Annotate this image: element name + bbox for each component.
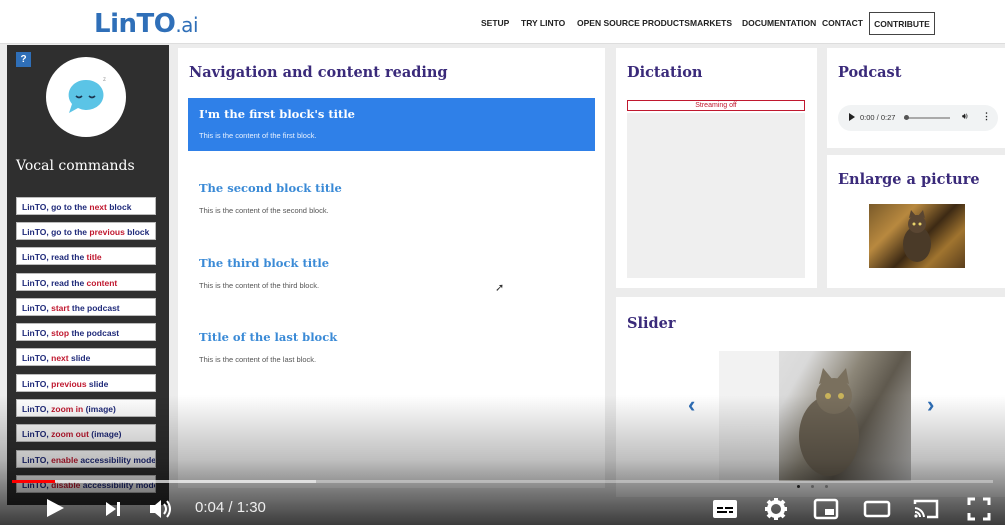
vocal-command-text: LinTO, [22,328,52,338]
linto-avatar: z [46,57,126,137]
vocal-command-button[interactable]: LinTO, go to the next block [16,197,156,215]
vocal-command-button[interactable]: LinTO, read the content [16,273,156,291]
vocal-command-text: LinTO, read the [22,278,87,288]
subtitles-icon[interactable] [712,498,738,520]
nav-item-try-linto[interactable]: TRY LINTO [521,18,565,28]
mouse-cursor-icon: ➚ [495,282,505,294]
vocal-command-button[interactable]: LinTO, start the podcast [16,298,156,316]
vocal-command-keyword: previous [51,379,87,389]
nav-item-open-source-products[interactable]: OPEN SOURCE PRODUCTS [577,18,690,28]
next-video-icon[interactable] [104,500,122,518]
vocal-command-button[interactable]: LinTO, go to the previous block [16,222,156,240]
site-header: LinTO.ai SETUP TRY LINTO OPEN SOURCE PRO… [0,0,1005,44]
vocal-command-text: LinTO, [22,379,52,389]
nav-item-setup[interactable]: SETUP [481,18,509,28]
nav-item-documentation[interactable]: DOCUMENTATION [742,18,816,28]
vocal-command-text: slide [86,379,109,389]
audio-more-icon[interactable]: ⋮ [982,111,991,122]
vocal-command-text: block [106,202,132,212]
block-title: Title of the last block [199,330,338,344]
vocal-command-button[interactable]: LinTO, read the title [16,247,156,265]
content-block[interactable]: I'm the first block's title This is the c… [188,98,595,151]
miniplayer-icon[interactable] [813,498,839,520]
video-time-readout: 0:04 / 1:30 [195,499,266,516]
logo-main-text: LinTO [94,9,176,39]
navigation-panel-title: Navigation and content reading [189,64,448,81]
vocal-command-text: the podcast [69,303,120,313]
audio-play-icon[interactable] [849,113,855,121]
sleeping-bubble-icon: z [68,77,106,113]
nav-item-markets[interactable]: MARKETS [690,18,732,28]
vocal-command-text: the podcast [69,328,120,338]
video-played-bar [12,480,56,483]
content-block[interactable]: Title of the last block This is the conte… [188,317,595,370]
audio-player[interactable]: 0:00 / 0:27 🔊︎ ⋮ [838,105,998,131]
podcast-title: Podcast [838,64,902,81]
linto-logo[interactable]: LinTO.ai [94,9,198,39]
avatar-badge: z [103,77,106,83]
contribute-button[interactable]: CONTRIBUTE [869,12,935,35]
video-player[interactable]: LinTO.ai SETUP TRY LINTO OPEN SOURCE PRO… [0,0,1005,525]
video-progress-bar[interactable] [12,480,993,483]
block-content: This is the content of the first block. [199,131,317,140]
content-block[interactable]: The third block title This is the content… [188,243,595,296]
audio-seek-bar[interactable] [904,117,950,119]
vocal-command-text: LinTO, go to the [22,227,90,237]
vocal-command-button[interactable]: LinTO, previous slide [16,374,156,392]
volume-icon[interactable] [148,497,174,521]
vocal-command-text: block [124,227,150,237]
dictation-text-area[interactable] [627,113,805,278]
audio-time: 0:00 / 0:27 [860,113,896,122]
block-title: The second block title [199,181,342,195]
vocal-command-keyword: next [89,202,107,212]
vocal-command-text: LinTO, [22,353,52,363]
vocal-command-keyword: start [51,303,70,313]
block-content: This is the content of the third block. [199,281,320,290]
nav-item-contact[interactable]: CONTACT [822,18,863,28]
block-title: The third block title [199,256,330,270]
vocal-commands-title: Vocal commands [16,158,135,174]
vocal-command-text: LinTO, [22,303,52,313]
dictation-title: Dictation [627,64,703,81]
help-button[interactable]: ? [16,52,31,67]
vocal-command-text: LinTO, read the [22,252,87,262]
theater-mode-icon[interactable] [863,500,891,518]
vocal-command-keyword: stop [51,328,70,338]
play-icon[interactable] [44,497,66,519]
enlarge-title: Enlarge a picture [838,171,980,188]
logo-suffix-text: .ai [175,13,198,37]
audio-seek-handle[interactable] [904,115,909,120]
block-title: I'm the first block's title [199,107,356,121]
settings-gear-icon[interactable] [764,497,788,521]
podcast-panel: Podcast [827,48,1005,148]
video-buffered-bar [12,480,317,483]
content-block[interactable]: The second block title This is the conten… [188,168,595,221]
fullscreen-icon[interactable] [967,497,991,521]
audio-volume-icon[interactable]: 🔊︎ [962,111,968,122]
vocal-command-button[interactable]: LinTO, next slide [16,348,156,366]
cat-picture-art [903,210,931,262]
streaming-status: Streaming off [627,100,805,111]
vocal-command-keyword: title [86,252,102,262]
slider-title: Slider [627,315,676,332]
block-content: This is the content of the second block. [199,206,329,215]
vocal-command-text: LinTO, go to the [22,202,90,212]
cat-picture[interactable] [869,204,965,268]
vocal-command-keyword: next [51,353,69,363]
vocal-command-button[interactable]: LinTO, stop the podcast [16,323,156,341]
vocal-command-keyword: content [86,278,118,288]
vocal-command-text: slide [68,353,91,363]
cast-icon[interactable] [913,498,939,520]
vocal-command-keyword: previous [89,227,125,237]
block-content: This is the content of the last block. [199,355,317,364]
